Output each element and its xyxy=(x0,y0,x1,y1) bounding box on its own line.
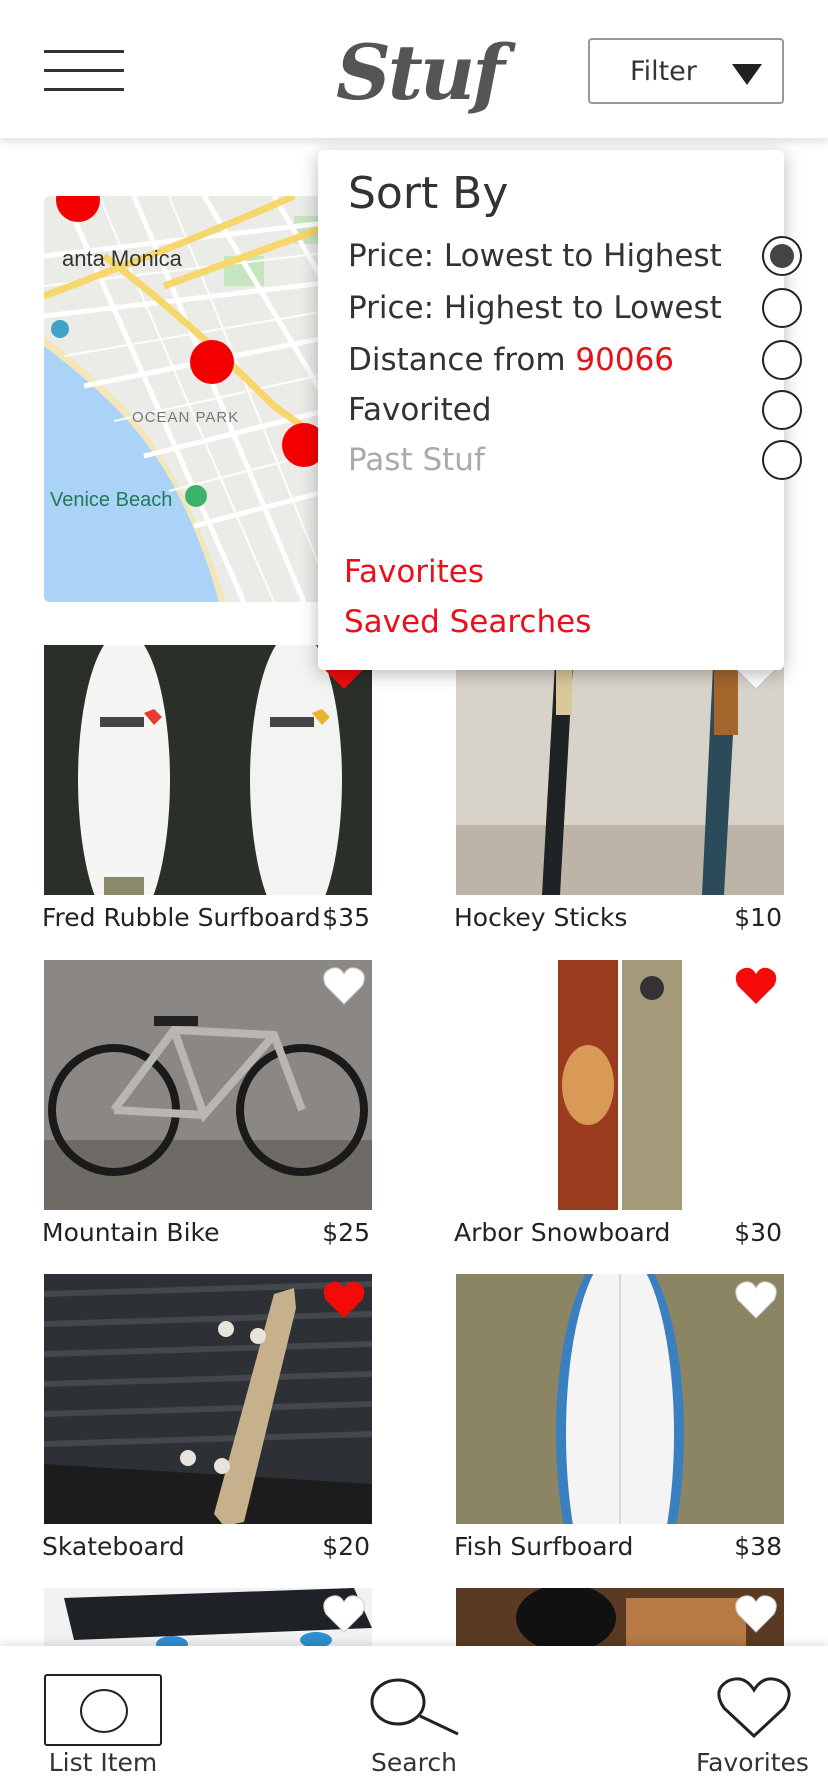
listing-card[interactable] xyxy=(456,1588,784,1648)
bottom-tab-bar: List Item Search Favorites xyxy=(0,1646,828,1792)
listing-title: Fish Surfboard xyxy=(454,1532,634,1561)
listing-title: Fred Rubble Surfboard xyxy=(42,903,321,932)
heart-outline-icon xyxy=(717,1677,791,1739)
filter-button[interactable]: Filter xyxy=(588,38,784,104)
listing-price: $10 xyxy=(734,903,782,932)
heart-icon[interactable] xyxy=(734,966,778,1006)
map-label-santa-monica: anta Monica xyxy=(62,246,183,271)
listing-price: $35 xyxy=(322,903,370,932)
tab-label: Favorites xyxy=(696,1748,809,1777)
filter-button-label: Filter xyxy=(630,56,697,87)
search-icon xyxy=(370,1678,459,1736)
sort-option-price-high-low[interactable]: Price: Highest to Lowest xyxy=(348,284,802,334)
app-logo: Stuf xyxy=(336,28,505,117)
heart-icon[interactable] xyxy=(734,1594,778,1634)
tab-favorites[interactable]: Favorites xyxy=(696,1646,809,1792)
listing-title: Mountain Bike xyxy=(42,1218,220,1247)
radio-button[interactable] xyxy=(762,440,802,480)
map-label-ocean-park: OCEAN PARK xyxy=(132,409,239,426)
sort-option-label: Favorited xyxy=(348,392,492,428)
tab-label: Search xyxy=(371,1748,457,1777)
listing-price: $25 xyxy=(322,1218,370,1247)
sort-dropdown: Sort By Price: Lowest to Highest Price: … xyxy=(318,150,802,670)
saved-searches-link[interactable]: Saved Searches xyxy=(344,604,591,640)
radio-button[interactable] xyxy=(762,390,802,430)
sort-option-label: Past Stuf xyxy=(348,442,485,478)
radio-button[interactable] xyxy=(762,288,802,328)
heart-icon[interactable] xyxy=(734,1280,778,1320)
sort-title: Sort By xyxy=(348,168,509,219)
heart-icon[interactable] xyxy=(322,966,366,1006)
map-label-venice-beach: Venice Beach xyxy=(50,489,172,511)
sort-option-past-stuf[interactable]: Past Stuf xyxy=(348,436,802,486)
listing-price: $30 xyxy=(734,1218,782,1247)
zip-code[interactable]: 90066 xyxy=(575,342,674,378)
listing-price: $38 xyxy=(734,1532,782,1561)
sort-option-favorited[interactable]: Favorited xyxy=(348,386,802,436)
list-item-icon xyxy=(44,1674,162,1746)
tab-search[interactable]: Search xyxy=(354,1646,474,1792)
sort-option-price-low-high[interactable]: Price: Lowest to Highest xyxy=(348,232,802,282)
tab-label: List Item xyxy=(48,1748,158,1777)
listing-card[interactable] xyxy=(44,1588,372,1648)
heart-icon[interactable] xyxy=(322,1280,366,1320)
listing-price: $20 xyxy=(322,1532,370,1561)
listing-title: Skateboard xyxy=(42,1532,185,1561)
heart-icon[interactable] xyxy=(322,1594,366,1634)
menu-icon[interactable] xyxy=(44,50,124,92)
sort-option-label: Price: Highest to Lowest xyxy=(348,290,722,326)
sort-option-label: Distance from 90066 xyxy=(348,342,674,378)
tab-list-item[interactable]: List Item xyxy=(44,1646,162,1792)
sort-option-label: Price: Lowest to Highest xyxy=(348,238,722,274)
listing-title: Arbor Snowboard xyxy=(454,1218,671,1247)
dropdown-arrow-icon xyxy=(732,64,762,85)
radio-button[interactable] xyxy=(762,236,802,276)
distance-label: Distance from xyxy=(348,342,576,378)
listing-title: Hockey Sticks xyxy=(454,903,628,932)
favorites-link[interactable]: Favorites xyxy=(344,554,484,590)
app-header: Stuf Filter xyxy=(0,0,828,138)
radio-button[interactable] xyxy=(762,340,802,380)
sort-option-distance[interactable]: Distance from 90066 xyxy=(348,336,802,386)
